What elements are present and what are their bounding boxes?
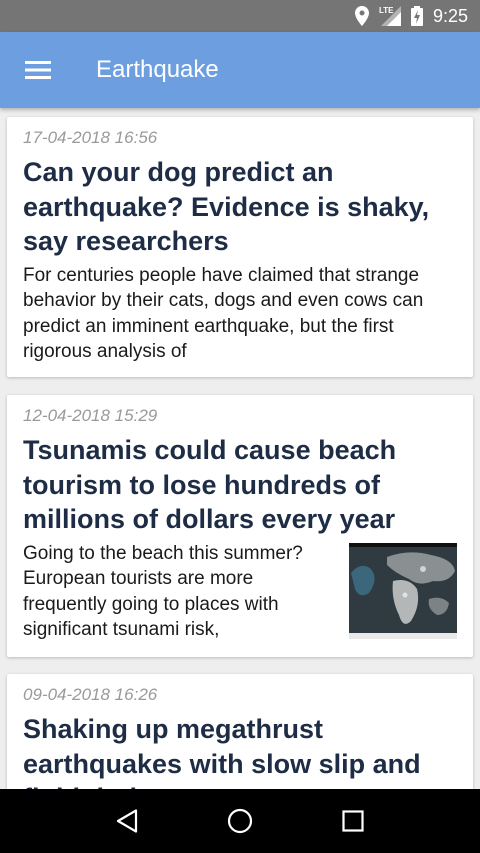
home-icon [227,808,253,834]
article-title: Shaking up megathrust earthquakes with s… [23,714,421,789]
article-date: 17-04-2018 16:56 [23,128,158,147]
article-card[interactable]: 09-04-2018 16:26 Shaking up megathrust e… [7,674,473,789]
world-map-thumbnail [349,542,457,639]
article-date: 12-04-2018 15:29 [23,406,158,425]
home-button[interactable] [210,791,270,851]
back-icon [116,809,137,833]
lte-signal-icon: LTE [379,6,401,26]
article-title: Can your dog predict an earthquake? Evid… [23,157,430,256]
app-bar: Earthquake [0,32,480,108]
recents-icon [342,810,364,832]
location-icon [354,6,369,26]
article-body: For centuries people have claimed that s… [23,263,457,365]
status-bar: LTE 9:25 [0,0,480,32]
article-title: Tsunamis could cause beach tourism to lo… [23,435,397,534]
recents-button[interactable] [323,791,383,851]
network-type-label: LTE [378,6,394,15]
article-summary: Going to the beach this summer? European… [23,542,303,641]
article-feed[interactable]: 17-04-2018 16:56 Can your dog predict an… [0,108,480,789]
article-summary: For centuries people have claimed that s… [23,264,424,363]
article-body: Going to the beach this summer? European… [23,541,457,643]
article-card[interactable]: 17-04-2018 16:56 Can your dog predict an… [7,117,473,377]
article-date: 09-04-2018 16:26 [23,685,158,704]
article-card[interactable]: 12-04-2018 15:29 Tsunamis could cause be… [7,395,473,657]
status-time: 9:25 [432,5,468,26]
menu-button[interactable] [0,32,76,108]
hamburger-menu-icon [25,61,51,79]
navigation-bar [0,789,480,853]
app-title: Earthquake [96,56,219,83]
back-button[interactable] [97,791,157,851]
battery-charging-icon [410,6,423,26]
